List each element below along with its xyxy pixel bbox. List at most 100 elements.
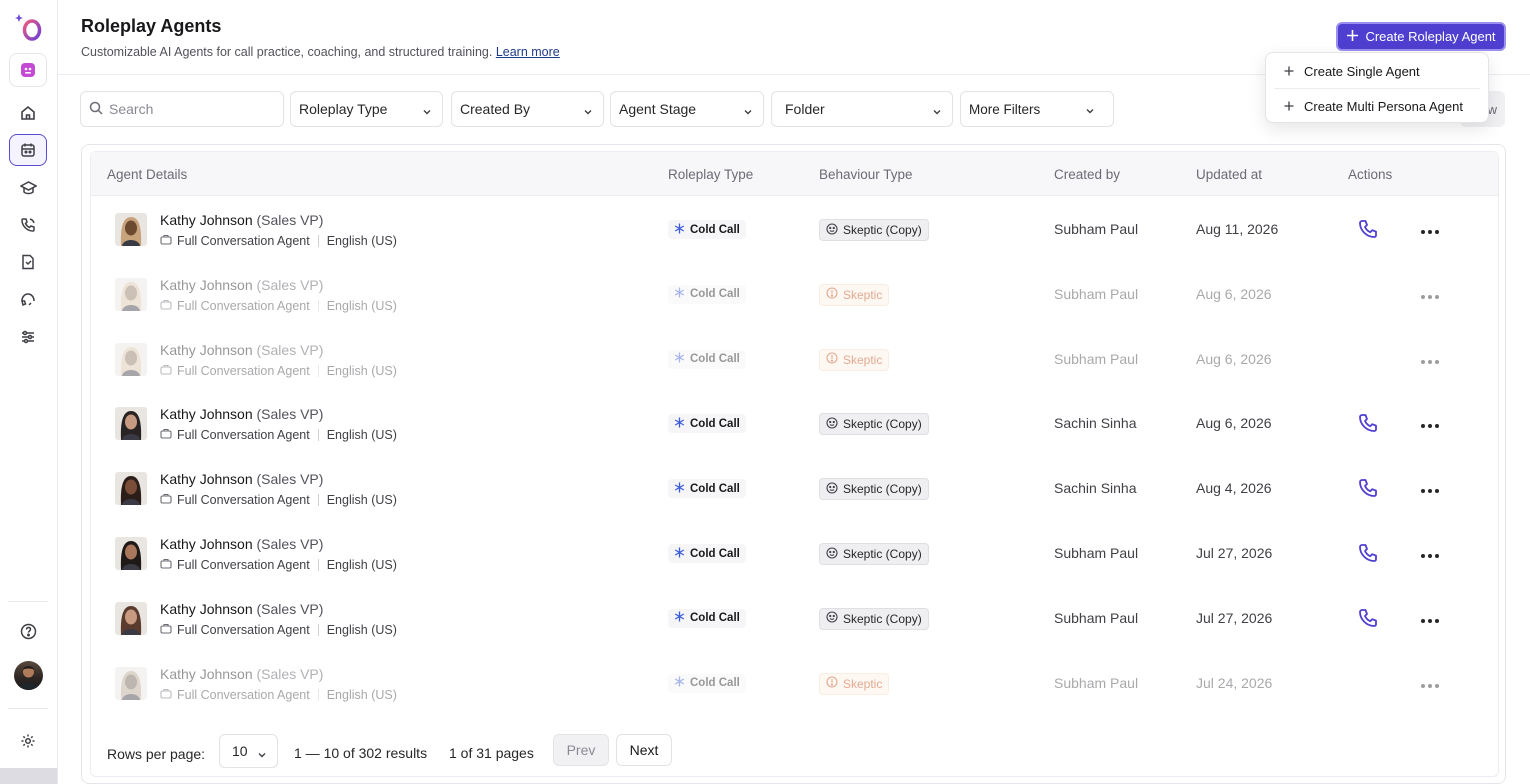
table-row[interactable]: Kathy Johnson (Sales VP) Full Conversati… <box>91 262 1498 326</box>
snowflake-icon <box>674 547 685 561</box>
behaviour-type-text: Skeptic (Copy) <box>843 482 922 497</box>
agent-stage-filter[interactable]: Agent Stage <box>610 91 764 127</box>
more-icon[interactable] <box>1420 613 1440 623</box>
learn-more-link[interactable]: Learn more <box>496 45 560 59</box>
roleplay-type-filter[interactable]: Roleplay Type <box>290 91 443 127</box>
agent-avatar <box>115 666 147 700</box>
behaviour-type-badge: Skeptic (Copy) <box>819 543 929 565</box>
settings-icon[interactable] <box>9 725 47 757</box>
behaviour-type-badge: Skeptic (Copy) <box>819 478 929 501</box>
created-by-cell: Subham Paul <box>1054 350 1139 367</box>
prev-page-button[interactable]: Prev <box>553 734 609 766</box>
table-row[interactable]: Kathy Johnson (Sales VP) Full Conversati… <box>91 586 1498 650</box>
avatar[interactable] <box>14 661 43 690</box>
app-icon[interactable] <box>9 53 47 87</box>
phone-call-icon[interactable] <box>9 209 47 241</box>
agent-role: (Sales VP) <box>256 276 324 293</box>
agent-language: English (US) <box>326 428 397 443</box>
smile-icon <box>826 222 838 238</box>
more-icon[interactable] <box>1420 224 1440 234</box>
sliders-icon[interactable] <box>9 321 47 353</box>
more-icon[interactable] <box>1420 483 1440 494</box>
agent-name[interactable]: Kathy Johnson (Sales VP) <box>160 536 323 552</box>
agent-name-text: Kathy Johnson <box>160 600 253 617</box>
agent-name[interactable]: Kathy Johnson (Sales VP) <box>160 277 323 293</box>
phone-icon[interactable] <box>1357 218 1379 240</box>
create-roleplay-agent-button[interactable]: Create Roleplay Agent <box>1336 22 1506 51</box>
updated-at-cell: Aug 6, 2026 <box>1196 350 1272 367</box>
roleplay-type-badge: Cold Call <box>668 220 746 239</box>
search-input[interactable] <box>109 101 269 117</box>
rows-per-page-select[interactable]: 10 <box>219 734 278 768</box>
agent-type: Full Conversation Agent <box>177 298 310 313</box>
agent-avatar <box>115 342 147 376</box>
table-row[interactable]: Kathy Johnson (Sales VP) Full Conversati… <box>91 391 1498 455</box>
plus-icon <box>1284 64 1294 79</box>
table-row[interactable]: Kathy Johnson (Sales VP) Full Conversati… <box>91 327 1498 391</box>
page-count: 1 of 31 pages <box>449 745 534 761</box>
agent-meta: Full Conversation Agent English (US) <box>160 234 397 248</box>
chevron-down-icon <box>583 104 593 120</box>
agent-name[interactable]: Kathy Johnson (Sales VP) <box>160 471 323 487</box>
headset-icon[interactable] <box>9 284 47 316</box>
behaviour-type-badge: Skeptic (Copy) <box>819 413 929 436</box>
folder-filter[interactable]: Folder <box>771 91 953 127</box>
roleplay-type-text: Cold Call <box>690 223 740 236</box>
table-row[interactable]: Kathy Johnson (Sales VP) Full Conversati… <box>91 456 1498 520</box>
create-multi-persona-agent-item[interactable]: Create Multi Persona Agent <box>1266 89 1488 123</box>
phone-icon[interactable] <box>1357 607 1379 629</box>
home-icon[interactable] <box>9 97 47 129</box>
search-box[interactable] <box>80 91 284 127</box>
logo-icon[interactable] <box>14 12 44 42</box>
table-row[interactable]: Kathy Johnson (Sales VP) Full Conversati… <box>91 521 1498 585</box>
more-icon[interactable] <box>1420 418 1440 429</box>
more-icon[interactable] <box>1420 678 1440 688</box>
agent-meta: Full Conversation Agent English (US) <box>160 688 397 702</box>
table-row[interactable]: Kathy Johnson (Sales VP) Full Conversati… <box>91 651 1498 715</box>
help-icon[interactable] <box>9 615 47 647</box>
roleplay-type-badge: Cold Call <box>668 544 746 563</box>
phone-icon[interactable] <box>1357 477 1379 499</box>
agent-name-text: Kathy Johnson <box>160 341 253 358</box>
chevron-down-icon <box>1085 104 1095 119</box>
more-icon[interactable] <box>1420 548 1440 558</box>
roleplay-type-text: Cold Call <box>690 677 740 690</box>
agent-name[interactable]: Kathy Johnson (Sales VP) <box>160 601 323 617</box>
calendar-icon[interactable] <box>9 134 47 166</box>
create-single-agent-item[interactable]: Create Single Agent <box>1266 54 1488 88</box>
agent-type: Full Conversation Agent <box>177 687 310 702</box>
plus-icon <box>1346 29 1359 45</box>
created-by-filter-label: Created By <box>460 101 531 117</box>
roleplay-type-badge: Cold Call <box>668 349 746 369</box>
plus-icon <box>1284 99 1294 114</box>
more-icon[interactable] <box>1420 354 1440 364</box>
more-filters-button[interactable]: More Filters <box>960 91 1114 127</box>
phone-icon[interactable] <box>1357 412 1379 434</box>
updated-at-cell: Jul 27, 2026 <box>1196 545 1273 561</box>
agent-role: (Sales VP) <box>256 665 324 682</box>
briefcase-icon <box>160 558 172 572</box>
table-row[interactable]: Kathy Johnson (Sales VP) Full Conversati… <box>91 197 1498 261</box>
updated-at-cell: Aug 6, 2026 <box>1196 415 1272 432</box>
agent-name[interactable]: Kathy Johnson (Sales VP) <box>160 666 323 682</box>
document-icon[interactable] <box>9 246 47 278</box>
agent-name[interactable]: Kathy Johnson (Sales VP) <box>160 342 323 358</box>
warning-icon <box>826 287 838 302</box>
created-by-filter[interactable]: Created By <box>451 91 604 127</box>
roleplay-type-text: Cold Call <box>690 288 740 301</box>
agent-name[interactable]: Kathy Johnson (Sales VP) <box>160 212 323 228</box>
agent-name[interactable]: Kathy Johnson (Sales VP) <box>160 406 323 422</box>
briefcase-icon <box>160 299 172 313</box>
roleplay-type-text: Cold Call <box>690 482 740 495</box>
created-by-cell: Subham Paul <box>1054 545 1139 561</box>
sidebar <box>0 0 58 784</box>
menu-item-label: Create Multi Persona Agent <box>1304 98 1463 114</box>
snowflake-icon <box>674 482 685 496</box>
learning-icon[interactable] <box>9 172 47 204</box>
behaviour-type-text: Skeptic <box>843 676 883 691</box>
agent-language: English (US) <box>326 363 397 378</box>
more-icon[interactable] <box>1420 289 1440 299</box>
phone-icon[interactable] <box>1357 542 1379 564</box>
next-page-button[interactable]: Next <box>616 734 672 766</box>
created-by-cell: Subham Paul <box>1054 285 1139 302</box>
